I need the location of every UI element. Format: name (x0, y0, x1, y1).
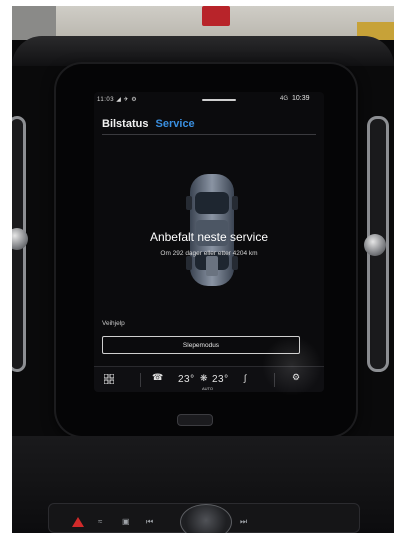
bar-divider (140, 373, 141, 387)
seat-heat-icon[interactable]: ∫ (244, 373, 246, 383)
previous-track-icon[interactable]: ⏮ (146, 517, 153, 527)
car-interior-photo: 11:03 ◢ ✈ ⚙ 4G 10:39 Bilstatus Service A… (12, 6, 394, 533)
status-indicators: 11:03 ◢ ✈ ⚙ (97, 97, 138, 103)
volume-knob[interactable] (180, 504, 232, 533)
background-shadow (12, 6, 56, 40)
fan-icon[interactable]: ❋ (200, 373, 208, 384)
rear-defrost-icon[interactable]: ▣ (122, 517, 130, 526)
signal-indicator: 4G (280, 96, 289, 102)
pull-down-handle[interactable] (202, 99, 236, 101)
temp-right[interactable]: 23° (212, 374, 229, 385)
defrost-icon[interactable]: ≈ (98, 517, 102, 526)
home-button[interactable] (177, 414, 213, 426)
service-detail: Om 292 dager eller etter 4204 km (160, 250, 258, 257)
fan-auto-label: AUTO (202, 386, 214, 391)
garage-background (12, 6, 394, 40)
tab-divider (102, 134, 316, 135)
screen-glare (262, 336, 322, 396)
temp-left[interactable]: 23° (178, 374, 195, 385)
background-red-object (202, 6, 230, 26)
tab-bar: Bilstatus Service (102, 118, 195, 130)
dashboard-top (12, 36, 394, 66)
right-vent-knob[interactable] (364, 234, 386, 256)
clock: 10:39 (292, 95, 310, 102)
grid-icon[interactable] (103, 373, 115, 386)
tab-service[interactable]: Service (156, 118, 195, 130)
tab-bilstatus[interactable]: Bilstatus (102, 118, 148, 130)
phone-icon[interactable]: ☎ (152, 372, 163, 383)
service-headline: Anbefalt neste service (149, 230, 269, 244)
roadside-section-label: Veihjelp (102, 320, 125, 327)
next-track-icon[interactable]: ⏭ (240, 517, 247, 527)
hazard-icon[interactable] (72, 517, 84, 527)
status-bar: 11:03 ◢ ✈ ⚙ 4G 10:39 (94, 92, 324, 106)
